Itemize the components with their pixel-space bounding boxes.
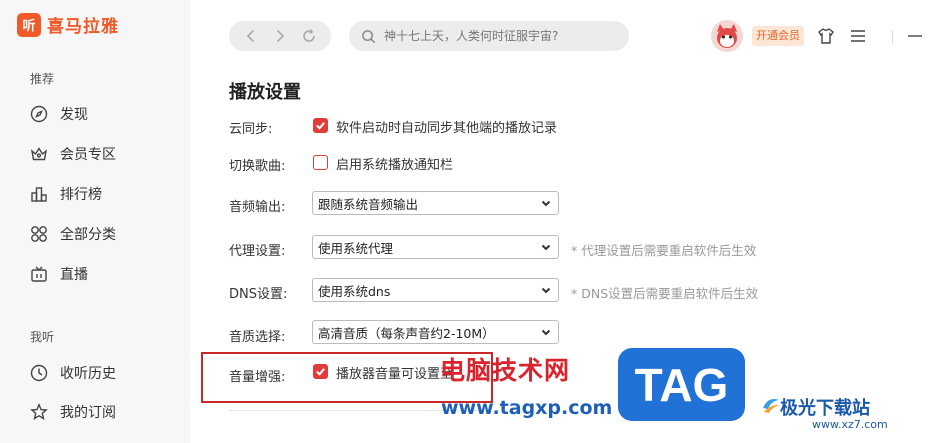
app-logo[interactable]: 听 喜马拉雅 [17,12,119,37]
audio-output-select[interactable]: 跟随系统音频输出 [312,191,559,215]
watermark-site-name: 极光下载站 [780,398,870,419]
watermark-text: 电脑技术网 [440,356,571,385]
sidebar-item-label: 我的订阅 [60,405,116,421]
notification-checkbox[interactable] [313,155,328,170]
section-recommend: 推荐 [30,72,55,86]
audio-output-label: 音频输出: [229,200,286,215]
audio-output-value: 跟随系统音频输出 [318,196,419,212]
search-bar[interactable] [349,21,629,51]
sidebar-item-discover[interactable]: 发现 [30,102,88,126]
search-icon [362,29,376,43]
chevron-down-icon [540,326,552,338]
topbar-divider [892,30,893,44]
star-icon [30,403,48,421]
clock-icon [30,364,48,382]
sidebar-item-vip[interactable]: 会员专区 [30,142,116,166]
dns-select[interactable]: 使用系统dns [312,278,559,302]
sidebar-item-label: 直播 [60,267,88,283]
sidebar-item-label: 会员专区 [60,147,116,163]
forward-icon[interactable] [270,26,290,46]
back-icon[interactable] [241,26,261,46]
minimize-icon[interactable] [906,27,924,45]
logo-icon: 听 [17,12,41,37]
vip-button[interactable]: 开通会员 [752,26,804,46]
tv-icon [30,265,48,283]
watermark-url: www.tagxp.com [441,397,613,419]
cloud-sync-text: 软件启动时自动同步其他端的播放记录 [336,121,558,136]
chevron-down-icon [540,241,552,253]
sidebar-item-label: 收听历史 [60,366,116,382]
logo-text: 喜马拉雅 [47,17,119,37]
chevron-down-icon [540,284,552,296]
sidebar-item-ranking[interactable]: 排行榜 [30,182,102,206]
section-mine: 我听 [30,330,55,344]
dns-value: 使用系统dns [318,283,391,299]
watermark-site-url: www.xz7.com [812,418,888,431]
search-input[interactable] [384,29,614,43]
sidebar-item-label: 全部分类 [60,227,116,243]
sidebar-item-live[interactable]: 直播 [30,262,88,286]
refresh-icon[interactable] [299,26,319,46]
check-icon [316,122,325,130]
dns-note: * DNS设置后需要重启软件后生效 [571,286,759,301]
sidebar-item-label: 发现 [60,107,88,123]
compass-icon [30,105,48,123]
history-nav [229,21,331,51]
page-title: 播放设置 [229,82,301,103]
dns-label: DNS设置: [229,287,288,302]
quality-select[interactable]: 高清音质（每条声音约2-10M） [312,320,559,344]
menu-icon[interactable] [849,27,867,45]
proxy-value: 使用系统代理 [318,240,394,256]
skin-icon[interactable] [817,27,835,45]
proxy-note: * 代理设置后需要重启软件后生效 [571,243,757,258]
switch-song-label: 切换歌曲: [229,159,286,174]
notification-text: 启用系统播放通知栏 [336,158,454,173]
sidebar-item-subscriptions[interactable]: 我的订阅 [30,400,116,424]
avatar[interactable] [711,20,743,52]
sidebar-item-categories[interactable]: 全部分类 [30,222,116,246]
cloud-sync-checkbox[interactable] [313,118,328,133]
sidebar: 听 喜马拉雅 推荐 发现 会员专区 排行榜 全部分类 直播 我听 收听历史 我的… [0,0,190,443]
proxy-select[interactable]: 使用系统代理 [312,235,559,259]
quality-label: 音质选择: [229,330,286,345]
aurora-logo-icon [763,399,780,413]
cloud-sync-label: 云同步: [229,122,273,137]
sidebar-item-history[interactable]: 收听历史 [30,361,116,385]
proxy-label: 代理设置: [229,244,286,259]
ranking-icon [30,185,48,203]
grid-icon [30,225,48,243]
chevron-down-icon [540,197,552,209]
watermark-tag-logo: TAG [618,348,745,421]
crown-icon [30,145,48,163]
quality-value: 高清音质（每条声音约2-10M） [318,325,495,341]
sidebar-item-label: 排行榜 [60,187,102,203]
